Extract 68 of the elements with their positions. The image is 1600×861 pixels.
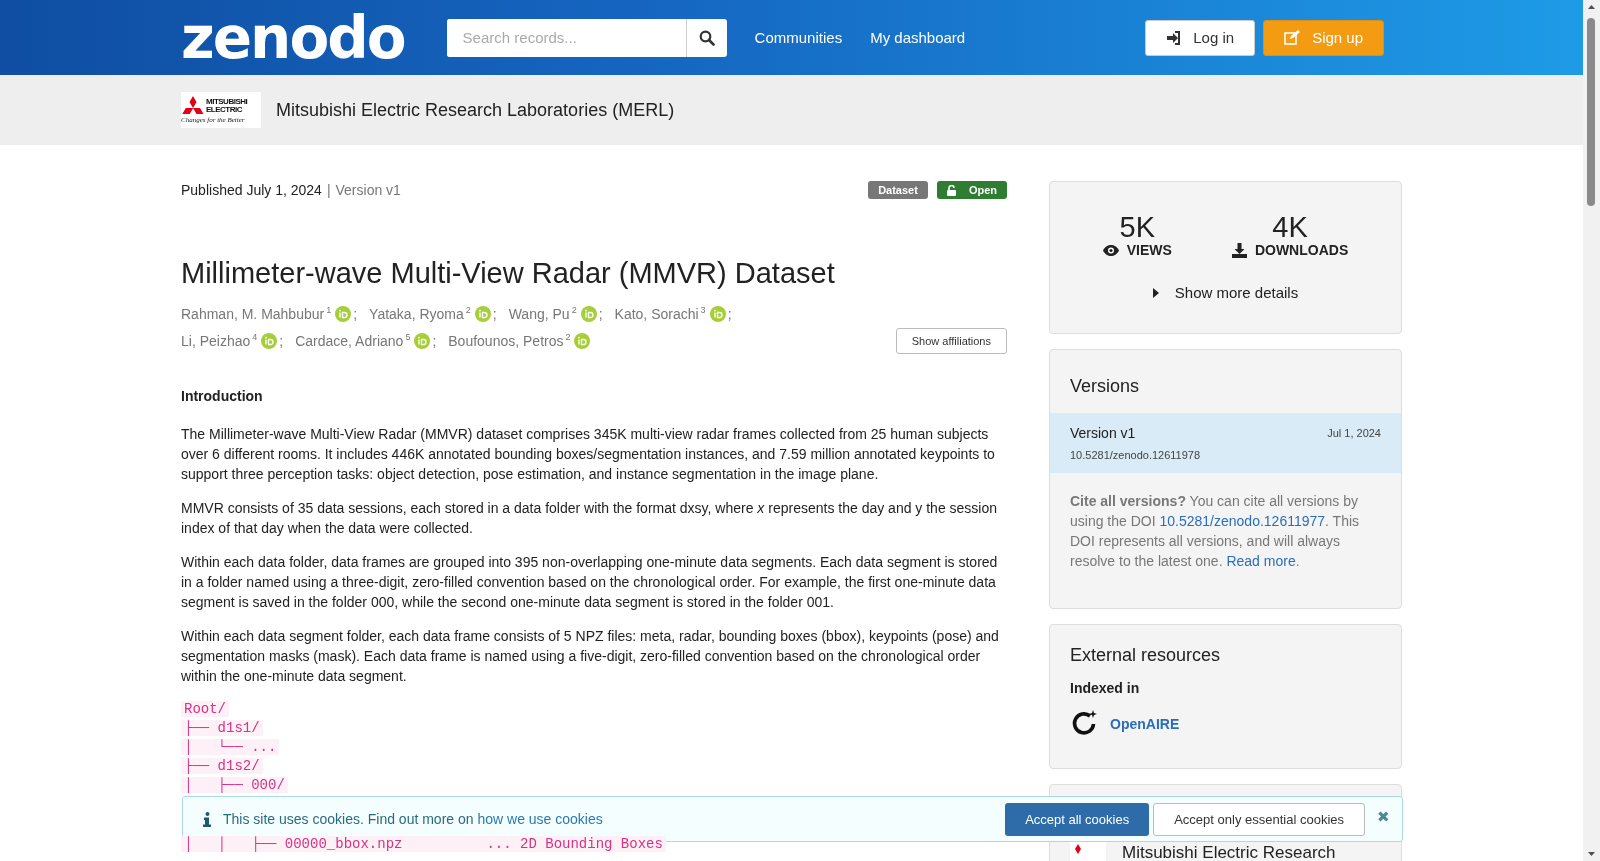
- separator: ;: [279, 332, 284, 349]
- type-badge: Dataset: [868, 181, 928, 199]
- version-item[interactable]: Version v1 Jul 1, 2024 10.5281/zenodo.12611978: [1050, 413, 1401, 473]
- logo-text: ELECTRIC: [206, 106, 243, 114]
- orcid-icon[interactable]: [261, 332, 278, 349]
- read-more-link[interactable]: Read more: [1226, 553, 1296, 569]
- stat-label: DOWNLOADS: [1254, 242, 1349, 258]
- orcid-icon[interactable]: [474, 305, 491, 322]
- edit-icon: [1284, 30, 1301, 45]
- nav-link[interactable]: My dashboard: [870, 29, 966, 46]
- stat-label: VIEWS: [1126, 242, 1172, 258]
- author-link[interactable]: Li, Peizhao$^{4}$: [181, 332, 258, 349]
- openaire-link[interactable]: OpenAIRE: [1110, 716, 1180, 732]
- published-date: Published July 1, 2024: [181, 182, 322, 198]
- separator: ;: [353, 305, 358, 322]
- section-heading: Introduction: [181, 388, 264, 404]
- card-title: Versions: [1069, 375, 1141, 398]
- download-icon: [1231, 242, 1247, 258]
- cite-note: Cite all versions? You can cite all versions by using the DOI 10.5281/zenodo.12611977. This DOI represents all versions, and will always resolve to the latest one. Read more.: [1070, 492, 1361, 571]
- separator: ;: [727, 305, 732, 322]
- orcid-icon[interactable]: [414, 332, 431, 349]
- close-button[interactable]: ✖: [1377, 808, 1390, 826]
- community-name[interactable]: Mitsubishi Electric Research: [1122, 844, 1336, 861]
- eye-icon: [1102, 244, 1119, 256]
- community-name[interactable]: Mitsubishi Electric Research Laboratories (MERL): [276, 99, 675, 121]
- separator: ;: [432, 332, 437, 349]
- scrollbar[interactable]: [1583, 0, 1600, 861]
- info-icon: [203, 811, 211, 827]
- nav-link[interactable]: Communities: [754, 29, 843, 46]
- orcid-icon[interactable]: [574, 332, 591, 349]
- search-field[interactable]: Search records...: [446, 18, 727, 57]
- doi-link[interactable]: 10.5281/zenodo.12611977: [1159, 513, 1326, 529]
- show-more-toggle[interactable]: Show more details: [1152, 284, 1299, 301]
- orcid-icon[interactable]: [335, 305, 352, 322]
- sign-in-icon: [1166, 30, 1182, 45]
- cookie-message: This site uses cookies. Find out more on how we use cookies: [223, 811, 603, 827]
- orcid-icon[interactable]: [580, 305, 597, 322]
- logo-text: MITSUBISHI: [206, 98, 248, 106]
- author-link[interactable]: Wang, Pu$^{2}$: [508, 305, 577, 322]
- version-label: Version v1: [335, 182, 401, 198]
- subheading: Indexed in: [1070, 680, 1141, 696]
- record-title: Millimeter-wave Multi-View Radar (MMVR) Dataset: [181, 257, 836, 290]
- caret-icon: [1152, 287, 1159, 298]
- paragraph: Within each data segment folder, each data frame consists of 5 NPZ files: meta, radar, bounding boxes (bbox), keypoints (pose) and segmentation masks (mask). Each data frame is named using a five-digit, zero-filled convention based on the chronological order within the one-minute data segment.: [181, 627, 1000, 686]
- separator: ;: [598, 305, 603, 322]
- separator: ;: [492, 305, 497, 322]
- accept-all-button[interactable]: Accept all cookies: [1005, 802, 1150, 836]
- author-link[interactable]: Yataka, Ryoma$^{2}$: [369, 305, 471, 322]
- cookie-policy-link[interactable]: how we use cookies: [477, 811, 603, 827]
- separator: |: [326, 182, 331, 198]
- logo[interactable]: zenodo: [181, 8, 405, 67]
- card-title: External resources: [1070, 645, 1222, 666]
- author-link[interactable]: Rahman, M. Mahbubur$^{1}$: [181, 305, 332, 322]
- login-button[interactable]: Log in: [1145, 19, 1256, 56]
- stat-value: 4K: [1272, 212, 1308, 242]
- show-affiliations-button[interactable]: Show affiliations: [895, 328, 1007, 354]
- paragraph: The Millimeter-wave Multi-View Radar (MMVR) dataset comprises 345K multi-view radar frames collected from 25 human subjects over 6 different rooms. It includes 446K annotated bounding boxes/segmentation instances, and 7.59 million annotated keypoints to support three perception tasks: object detection, pose estimation, and instance segmentation in the image plane.: [181, 425, 996, 484]
- accept-essential-button[interactable]: Accept only essential cookies: [1153, 802, 1365, 836]
- diamonds-icon: [181, 96, 205, 116]
- ring-icon: [1070, 710, 1098, 738]
- stat-value: 5K: [1119, 212, 1156, 242]
- paragraph: MMVR consists of 35 data sessions, each stored in a data folder with the format dxsy, where x represents the day and y the session index of that day when the data were collected.: [181, 499, 999, 538]
- author-link[interactable]: Kato, Sorachi$^{3}$: [614, 305, 706, 322]
- orcid-icon[interactable]: [709, 305, 726, 322]
- author-link[interactable]: Cardace, Adriano$^{5}$: [295, 332, 411, 349]
- access-badge: Open: [936, 181, 1007, 199]
- paragraph: Within each data folder, data frames are grouped into 395 non-overlapping one-minute data segments. Each data segment is stored in a folder named using a three-digit, zero-filled convention based on the chronological order. For example, the first one-minute data segment is saved in the folder 000, while the second one-minute data segment is stored in the folder 001.: [181, 553, 999, 612]
- author-link[interactable]: Boufounos, Petros$^{2}$: [448, 332, 571, 349]
